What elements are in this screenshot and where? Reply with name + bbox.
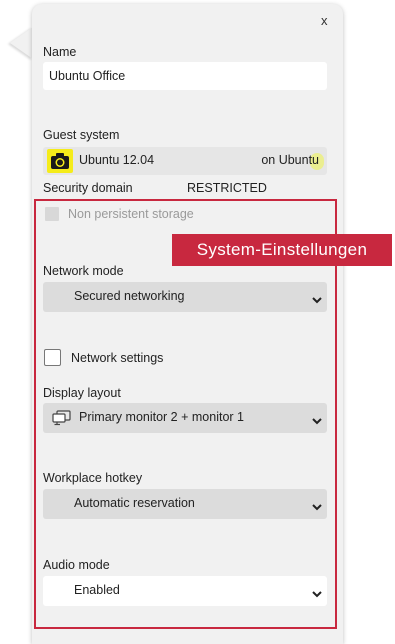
- audio-mode-label: Audio mode: [43, 558, 110, 572]
- network-mode-value: Secured networking: [74, 289, 185, 303]
- security-domain-label: Security domain: [43, 181, 133, 195]
- name-label: Name: [43, 45, 77, 59]
- guest-system-box[interactable]: Ubuntu 12.04 on Ubuntu: [43, 147, 327, 175]
- name-value: Ubuntu Office: [49, 69, 126, 83]
- audio-mode-value: Enabled: [74, 583, 120, 597]
- guest-host-name: on Ubuntu: [261, 153, 319, 167]
- guest-system-label: Guest system: [43, 128, 120, 142]
- non-persistent-storage-label: Non persistent storage: [68, 207, 194, 221]
- system-settings-callout: System-Einstellungen: [172, 234, 392, 266]
- workplace-hotkey-label: Workplace hotkey: [43, 471, 143, 485]
- camera-icon: [47, 149, 73, 173]
- security-domain-value: RESTRICTED: [187, 181, 267, 195]
- chevron-down-icon: [312, 418, 322, 425]
- audio-mode-dropdown[interactable]: Enabled: [43, 576, 327, 606]
- chevron-down-icon: [312, 297, 322, 304]
- close-button[interactable]: x: [321, 13, 328, 28]
- display-layout-dropdown[interactable]: Primary monitor 2 + monitor 1: [43, 403, 327, 433]
- popover-pointer: [10, 27, 33, 59]
- network-mode-label: Network mode: [43, 264, 124, 278]
- network-settings-checkbox[interactable]: [44, 349, 61, 366]
- guest-os-name: Ubuntu 12.04: [79, 153, 155, 167]
- chevron-down-icon: [312, 591, 322, 598]
- non-persistent-storage-checkbox[interactable]: [45, 207, 59, 221]
- workplace-hotkey-dropdown[interactable]: Automatic reservation: [43, 489, 327, 519]
- display-layout-label: Display layout: [43, 386, 121, 400]
- display-layout-value: Primary monitor 2 + monitor 1: [79, 410, 244, 424]
- workplace-hotkey-value: Automatic reservation: [74, 496, 195, 510]
- network-settings-label: Network settings: [71, 351, 164, 365]
- chevron-down-icon: [312, 504, 322, 511]
- monitor-icon: [52, 410, 71, 426]
- network-mode-dropdown[interactable]: Secured networking: [43, 282, 327, 312]
- name-field[interactable]: Ubuntu Office: [43, 62, 327, 90]
